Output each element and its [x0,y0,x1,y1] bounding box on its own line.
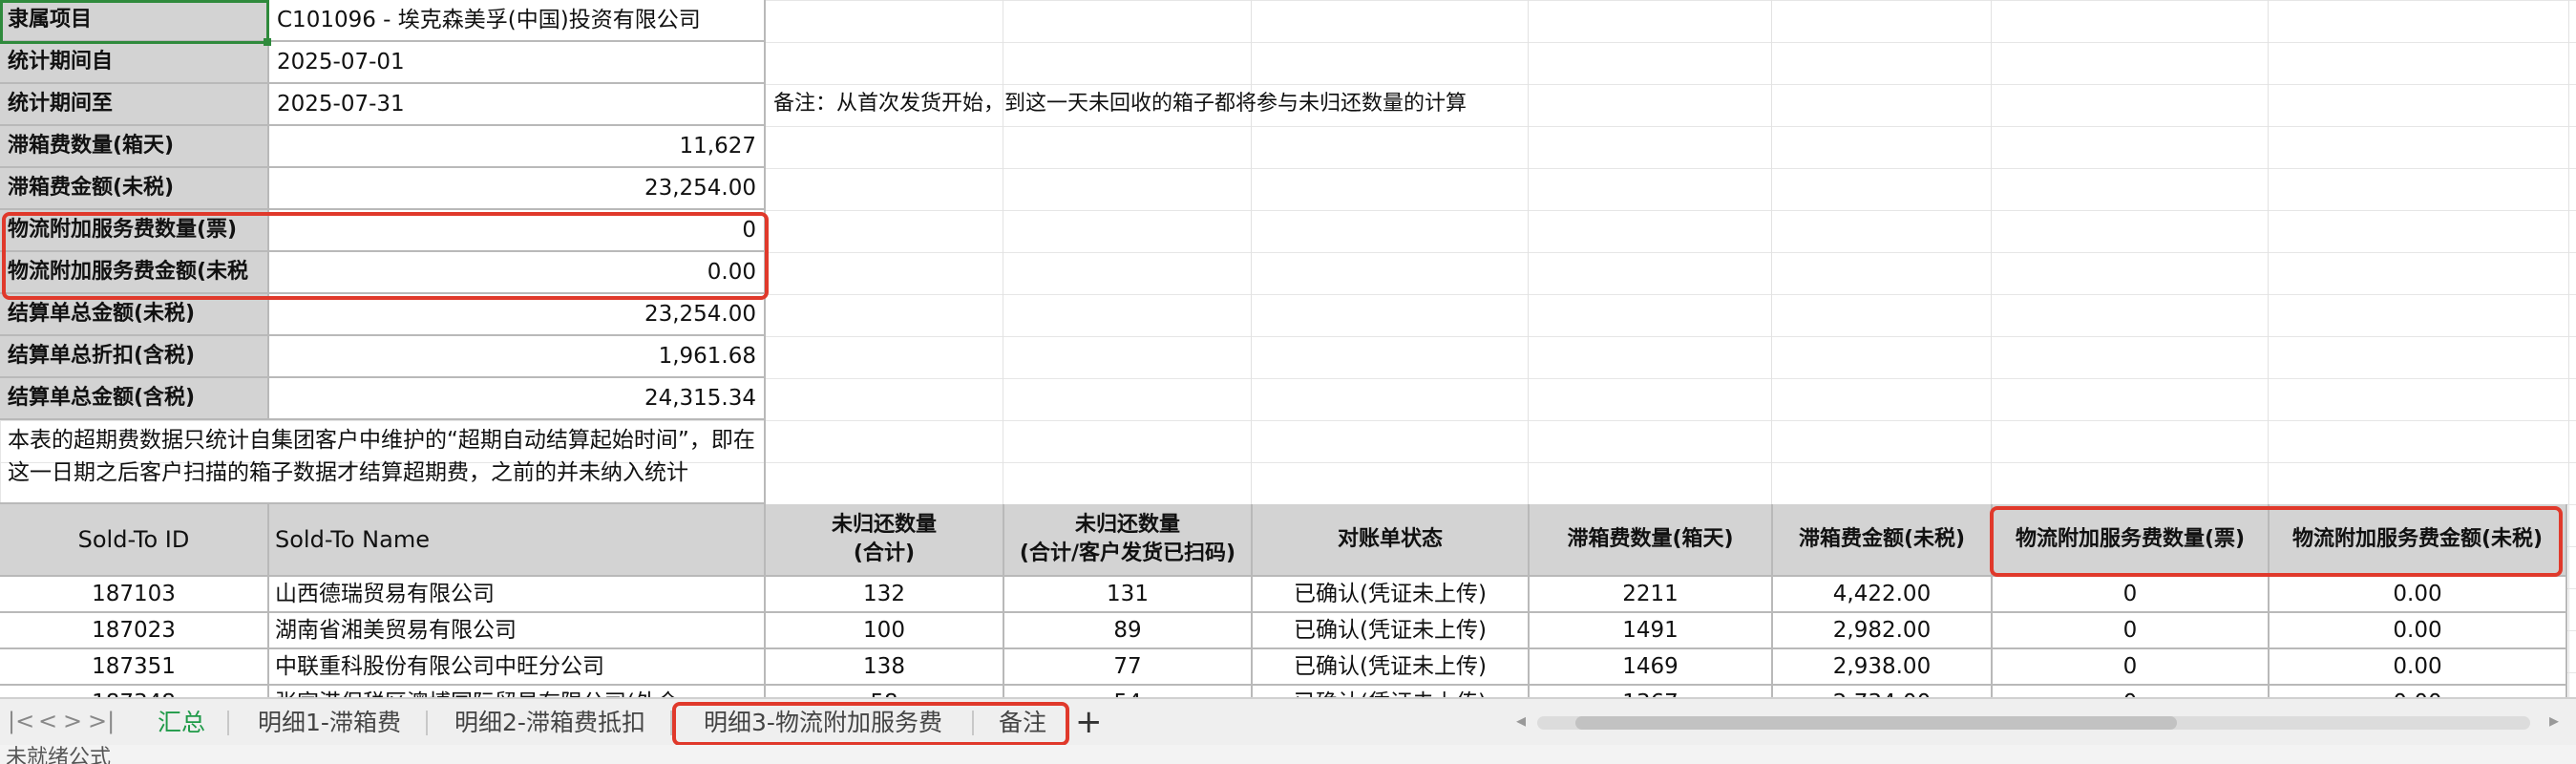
status-text: 未就绪公式 [6,746,112,764]
summary-value[interactable]: 2025-07-01 [269,42,766,84]
last-sheet-icon[interactable]: >| [88,707,115,735]
header-surcharge-amount[interactable]: 物流附加服务费金额(未税) [2270,504,2567,577]
first-sheet-icon[interactable]: |< [8,707,34,735]
cell-statement-status[interactable]: 已确认(凭证未上传) [1253,686,1530,697]
cell-sold-to-id[interactable]: 187351 [0,649,269,686]
cell-sold-to-id[interactable]: 187023 [0,613,269,649]
summary-label[interactable]: 结算单总折扣(含税) [0,336,269,378]
summary-label[interactable]: 滞箱费数量(箱天) [0,126,269,168]
cell-sold-to-name[interactable]: 山西德瑞贸易有限公司 [269,577,766,613]
cell-sold-to-id[interactable]: 187348 [0,686,269,697]
cell-surcharge-qty[interactable]: 0 [1993,686,2270,697]
tab-detail-3[interactable]: 明细3-物流附加服务费 [680,705,966,741]
cell-surcharge-qty[interactable]: 0 [1993,649,2270,686]
sheet-tab-bar: |< < > >| 汇总 明细1-滞箱费 明细2-滞箱费抵扣 明细3-物流附加服… [0,697,2576,747]
summary-label[interactable]: 物流附加服务费数量(票) [0,210,269,252]
header-demurrage-qty[interactable]: 滞箱费数量(箱天) [1530,504,1773,577]
summary-label[interactable]: 结算单总金额(未税) [0,294,269,336]
cell-surcharge-qty[interactable]: 0 [1993,577,2270,613]
summary-value[interactable]: 23,254.00 [269,168,766,210]
scrollbar-thumb[interactable] [1575,716,2177,730]
cell-demurrage-amount[interactable]: 2,938.00 [1773,649,1993,686]
summary-value[interactable]: 2025-07-31 [269,84,766,126]
description-cell[interactable]: 本表的超期费数据只统计自集团客户中维护的“超期自动结算起始时间”，即在这一日期之… [0,420,766,504]
cell-unreturned-scanned[interactable]: 89 [1004,613,1253,649]
cell-unreturned-total[interactable]: 138 [766,649,1004,686]
cell-demurrage-qty[interactable]: 2211 [1530,577,1773,613]
summary-value[interactable]: 11,627 [269,126,766,168]
cell-surcharge-amount[interactable]: 0.00 [2270,577,2567,613]
tab-summary[interactable]: 汇总 [143,705,220,741]
tab-separator [426,711,428,735]
cell-unreturned-scanned[interactable]: 77 [1004,649,1253,686]
summary-label[interactable]: 统计期间至 [0,84,269,126]
cell-demurrage-amount[interactable]: 2,734.00 [1773,686,1993,697]
summary-label[interactable]: 结算单总金额(含税) [0,378,269,420]
next-sheet-icon[interactable]: > [63,707,82,735]
tab-detail-2[interactable]: 明细2-滞箱费抵扣 [435,705,665,741]
cell-sold-to-name[interactable]: 中联重科股份有限公司中旺分公司 [269,649,766,686]
cell-unreturned-total[interactable]: 58 [766,686,1004,697]
summary-label[interactable]: 滞箱费金额(未税) [0,168,269,210]
summary-label[interactable]: 物流附加服务费金额(未税 [0,252,269,294]
summary-value[interactable]: 1,961.68 [269,336,766,378]
header-unreturned-total[interactable]: 未归还数量 (合计) [766,504,1004,577]
tab-remarks[interactable]: 备注 [980,705,1066,741]
spreadsheet-grid[interactable]: 隶属项目 C101096 - 埃克森美孚(中国)投资有限公司 统计期间自 2025-0… [0,0,2576,697]
cell-demurrage-qty[interactable]: 1491 [1530,613,1773,649]
cell-demurrage-amount[interactable]: 4,422.00 [1773,577,1993,613]
cell-surcharge-amount[interactable]: 0.00 [2270,613,2567,649]
cell-unreturned-scanned[interactable]: 54 [1004,686,1253,697]
tab-separator [227,711,229,735]
prev-sheet-icon[interactable]: < [38,707,57,735]
cell-statement-status[interactable]: 已确认(凭证未上传) [1253,613,1530,649]
cell-unreturned-scanned[interactable]: 131 [1004,577,1253,613]
cell-demurrage-amount[interactable]: 2,982.00 [1773,613,1993,649]
summary-value[interactable]: 23,254.00 [269,294,766,336]
selected-cell-cursor [0,0,269,44]
tab-separator [670,711,672,735]
cell-statement-status[interactable]: 已确认(凭证未上传) [1253,577,1530,613]
add-sheet-icon[interactable]: + [1075,703,1103,741]
tab-separator [972,711,974,735]
header-demurrage-amount[interactable]: 滞箱费金额(未税) [1773,504,1993,577]
header-unreturned-scanned[interactable]: 未归还数量 (合计/客户发货已扫码) [1004,504,1253,577]
cell-demurrage-qty[interactable]: 1367 [1530,686,1773,697]
cell-surcharge-amount[interactable]: 0.00 [2270,649,2567,686]
header-surcharge-qty[interactable]: 物流附加服务费数量(票) [1993,504,2270,577]
summary-value[interactable]: 0 [269,210,766,252]
cell-surcharge-amount[interactable]: 0.00 [2270,686,2567,697]
cell-unreturned-total[interactable]: 132 [766,577,1004,613]
header-sold-to-name[interactable]: Sold-To Name [269,504,766,577]
period-note[interactable]: 备注：从首次发货开始，到这一天未回收的箱子都将参与未归还数量的计算 [766,84,1625,124]
cell-demurrage-qty[interactable]: 1469 [1530,649,1773,686]
summary-label[interactable]: 统计期间自 [0,42,269,84]
summary-value[interactable]: C101096 - 埃克森美孚(中国)投资有限公司 [269,0,766,42]
summary-value[interactable]: 0.00 [269,252,766,294]
grid-column-line [2568,0,2569,697]
header-statement-status[interactable]: 对账单状态 [1253,504,1530,577]
summary-value[interactable]: 24,315.34 [269,378,766,420]
cell-surcharge-qty[interactable]: 0 [1993,613,2270,649]
cell-sold-to-name[interactable]: 湖南省湘美贸易有限公司 [269,613,766,649]
scroll-left-icon[interactable]: ◂ [1516,709,1526,732]
cell-unreturned-total[interactable]: 100 [766,613,1004,649]
header-sold-to-id[interactable]: Sold-To ID [0,504,269,577]
scroll-right-icon[interactable]: ▸ [2549,709,2559,732]
status-bar: 未就绪公式 [0,745,2576,764]
tab-detail-1[interactable]: 明细1-滞箱费 [239,705,420,741]
fill-handle[interactable] [264,38,271,46]
cell-sold-to-name[interactable]: 张家港保税区澳博国际贸易有限公司(外企 [269,686,766,697]
cell-statement-status[interactable]: 已确认(凭证未上传) [1253,649,1530,686]
cell-sold-to-id[interactable]: 187103 [0,577,269,613]
